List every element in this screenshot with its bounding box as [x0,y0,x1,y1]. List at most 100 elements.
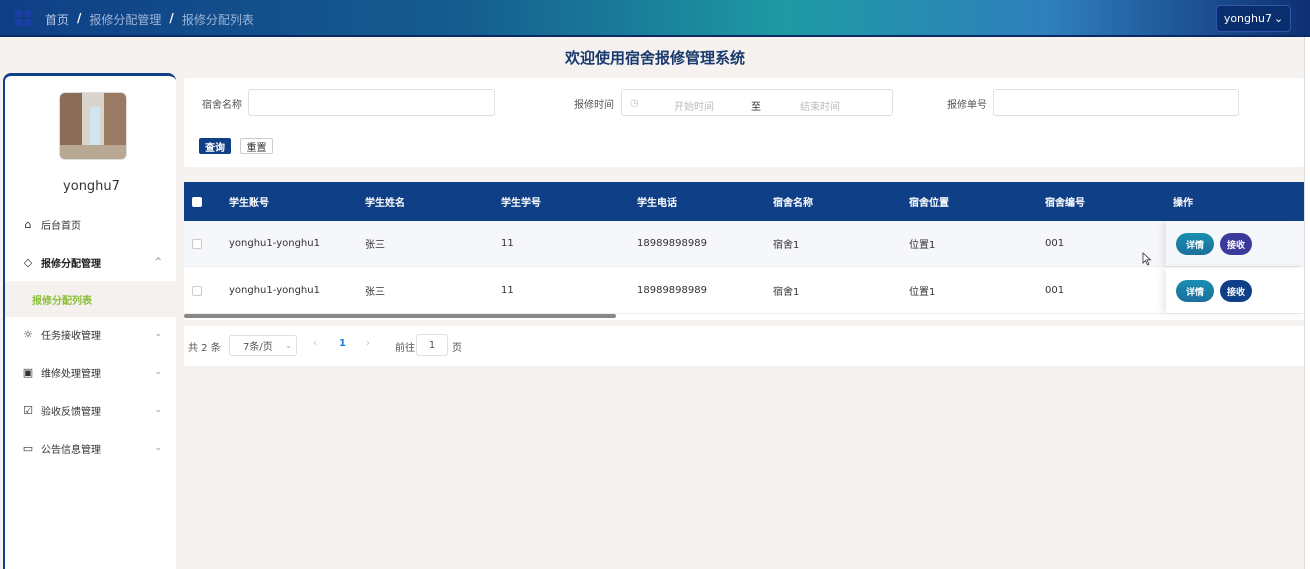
header-dorm-name: 宿舍名称 [773,198,813,209]
cell-dorm-number: 001 [1045,285,1065,296]
total-count: 共 2 条 [188,343,221,354]
row-checkbox[interactable] [192,286,202,296]
sidebar-item-task-receive[interactable]: ☼ 任务接收管理 ⌄ [5,315,176,353]
message-icon: ▭ [22,441,34,455]
cell-student-name: 张三 [365,240,385,251]
cell-student-account: yonghu1-yonghu1 [229,285,320,296]
accept-button[interactable]: 接收 [1220,280,1252,302]
header-student-name: 学生姓名 [365,198,405,209]
row-actions: 详情 接收 [1166,221,1304,266]
next-page-icon[interactable]: › [366,338,370,349]
sidebar-item-label: 验收反馈管理 [41,406,101,418]
clipboard-icon: ☑ [23,403,33,417]
sidebar: yonghu7 ⌂ 后台首页 ◇ 报修分配管理 ^ 报修分配列表 ☼ 任务接收管… [3,73,176,569]
right-scroll-edge [1304,37,1310,569]
table-header: 学生账号 学生姓名 学生学号 学生电话 宿舍名称 宿舍位置 宿舍编号 操作 [184,182,1304,221]
sidebar-item-label: 报修分配管理 [41,258,101,270]
page-title: 欢迎使用宿舍报修管理系统 [564,49,745,67]
dorm-name-input[interactable] [248,89,495,116]
row-checkbox[interactable] [192,239,202,249]
breadcrumb-repair-assign[interactable]: 报修分配管理 [89,11,161,28]
home-icon: ⌂ [24,217,32,231]
range-separator: 至 [751,102,761,113]
cell-dorm-location: 位置1 [909,240,936,251]
page-size-select[interactable]: 7条/页 ⌄ [229,335,297,356]
breadcrumb: 首页 / 报修分配管理 / 报修分配列表 [45,11,254,28]
search-panel: 宿舍名称 报修时间 ◷ 开始时间 至 结束时间 报修单号 查询 重置 [184,78,1304,167]
sidebar-item-label: 公告信息管理 [41,444,101,456]
cell-student-number: 11 [501,238,514,249]
detail-button[interactable]: 详情 [1176,280,1214,302]
sidebar-item-label: 后台首页 [41,220,81,232]
page-number-current[interactable]: 1 [339,338,346,349]
breadcrumb-home[interactable]: 首页 [45,11,69,28]
top-bar: 首页 / 报修分配管理 / 报修分配列表 yonghu7 ⌄ [0,0,1310,37]
chevron-down-icon: ⌄ [154,367,162,377]
cell-student-account: yonghu1-yonghu1 [229,238,320,249]
sidebar-subitem-repair-list[interactable]: 报修分配列表 [5,281,176,317]
user-menu-label: yonghu7 [1223,12,1272,25]
breadcrumb-separator: / [169,11,174,25]
user-menu-button[interactable]: yonghu7 ⌄ [1216,5,1291,32]
header-dorm-number: 宿舍编号 [1045,198,1085,209]
cell-dorm-name: 宿舍1 [773,240,800,251]
pagination: 共 2 条 7条/页 ⌄ ‹ 1 › 前往 1 页 [184,326,1304,366]
repair-time-label: 报修时间 [574,100,614,111]
dorm-name-label: 宿舍名称 [202,100,242,111]
sidebar-item-repair-assign[interactable]: ◇ 报修分配管理 ^ [5,243,176,281]
select-all-checkbox[interactable] [192,197,202,207]
chevron-up-icon: ^ [154,257,162,267]
table-row: yonghu1-yonghu1 张三 11 18989898989 宿舍1 位置… [184,221,1304,267]
cell-student-number: 11 [501,285,514,296]
header-actions: 操作 [1173,198,1193,209]
header-student-phone: 学生电话 [637,198,677,209]
row-actions: 详情 接收 [1166,268,1304,313]
cell-dorm-name: 宿舍1 [773,287,800,298]
cell-student-name: 张三 [365,287,385,298]
repair-no-input[interactable] [993,89,1239,116]
chevron-down-icon: ⌄ [154,443,162,453]
sun-icon: ☼ [23,327,33,341]
mouse-cursor-icon [1142,252,1152,266]
prev-page-icon[interactable]: ‹ [313,338,317,349]
repair-time-range[interactable]: ◷ 开始时间 至 结束时间 [621,89,893,116]
menu-grid-icon[interactable] [15,10,31,26]
cell-dorm-location: 位置1 [909,287,936,298]
sidebar-item-label: 任务接收管理 [41,330,101,342]
avatar [59,92,127,160]
header-student-number: 学生学号 [501,198,541,209]
sidebar-item-repair-handle[interactable]: ▣ 维修处理管理 ⌄ [5,353,176,391]
sidebar-item-label: 维修处理管理 [41,368,101,380]
header-dorm-location: 宿舍位置 [909,198,949,209]
repair-no-label: 报修单号 [947,100,987,111]
table-row: yonghu1-yonghu1 张三 11 18989898989 宿舍1 位置… [184,268,1304,314]
repair-table: 学生账号 学生姓名 学生学号 学生电话 宿舍名称 宿舍位置 宿舍编号 操作 yo… [184,182,1304,320]
chevron-down-icon: ⌄ [154,329,162,339]
cell-student-phone: 18989898989 [637,238,707,249]
sidebar-item-announcements[interactable]: ▭ 公告信息管理 ⌄ [5,429,176,467]
reset-button[interactable]: 重置 [240,138,273,154]
sidebar-item-home[interactable]: ⌂ 后台首页 [5,205,176,243]
breadcrumb-repair-list: 报修分配列表 [181,13,254,27]
sidebar-username: yonghu7 [63,179,120,194]
chevron-down-icon: ⌄ [1273,12,1284,25]
header-student-account: 学生账号 [229,198,269,209]
clock-icon: ◷ [630,98,639,109]
page-unit-label: 页 [452,343,462,354]
chevron-down-icon: ⌄ [154,405,162,415]
chevron-down-icon: ⌄ [285,341,292,350]
sidebar-item-acceptance-feedback[interactable]: ☑ 验收反馈管理 ⌄ [5,391,176,429]
page-size-value: 7条/页 [243,342,273,353]
breadcrumb-separator: / [77,11,82,25]
goto-page-input[interactable]: 1 [416,334,448,356]
cell-dorm-number: 001 [1045,238,1065,249]
detail-button[interactable]: 详情 [1176,233,1214,255]
end-time-input[interactable]: 结束时间 [800,98,840,113]
cell-student-phone: 18989898989 [637,285,707,296]
start-time-input[interactable]: 开始时间 [674,98,714,113]
accept-button[interactable]: 接收 [1220,233,1252,255]
query-button[interactable]: 查询 [199,138,231,154]
goto-label: 前往 [395,343,415,354]
horizontal-scrollbar[interactable] [184,314,616,318]
inbox-icon: ▣ [22,365,34,379]
